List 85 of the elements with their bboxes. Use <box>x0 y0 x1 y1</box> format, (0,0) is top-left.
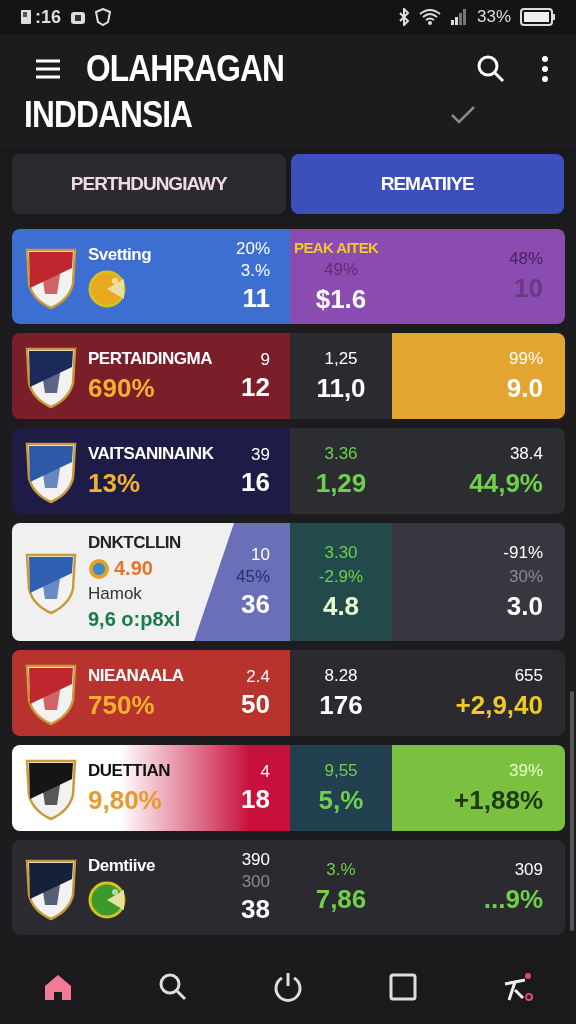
odds-value: 49% <box>324 259 358 280</box>
change-value: 48% <box>508 249 543 269</box>
team-value: 690% <box>88 372 155 404</box>
odds-value: 4.8 <box>322 590 360 622</box>
team-value: 9,80% <box>88 784 162 816</box>
ball-icon <box>88 557 110 580</box>
wifi-icon <box>418 8 441 26</box>
team-name: DUETTIAN <box>88 760 170 781</box>
match-card[interactable]: DUETTIAN 9,80% 4 18 9,55 5,% 39% +1,88% <box>12 745 565 831</box>
battery-percent: 33% <box>476 7 511 27</box>
odds-value: 1,29 <box>315 467 367 499</box>
change-value: 38.4 <box>509 443 543 464</box>
odds-label: PEAK AITEK <box>294 238 379 256</box>
team-value: 750% <box>88 689 155 721</box>
search-button[interactable] <box>476 54 506 84</box>
stat-value: 300 <box>241 872 270 892</box>
team-name: PERTAIDINGMA <box>88 348 212 369</box>
odds-value: -2.9% <box>318 566 364 587</box>
team-name: VAITSANINAINK <box>88 443 214 464</box>
tab[interactable]: REMATIIYE <box>290 154 564 214</box>
change-value: -91% <box>503 542 543 563</box>
change-value: ...9% <box>483 884 543 915</box>
odds-value: 3.30 <box>324 542 358 563</box>
team-name: Svetting <box>88 244 152 265</box>
app-title: OLAHRAGAN <box>86 48 284 90</box>
change-value: +1,88% <box>454 784 543 816</box>
change-value: 44,9% <box>469 467 543 499</box>
team-value: 13% <box>88 467 141 499</box>
stat-value: 4 <box>260 761 270 782</box>
match-card[interactable]: DNKTCLLIN 4.90 Hamok 9,6 o:p8xl 10 45% 36 3.30 -2.9% 4.8 -91% 30% 3.0 <box>12 523 565 641</box>
team-value: Hamok <box>88 584 142 604</box>
stat-value: 36 <box>241 588 270 620</box>
match-card[interactable]: Demtiive 390 300 38 3.% 7,86 309 ...9% <box>12 840 565 935</box>
stat-value: 390 <box>241 850 270 870</box>
stat-value: 18 <box>241 783 270 815</box>
clock: :16 <box>35 6 61 28</box>
team-score: 4.90 <box>114 557 153 580</box>
stat-value: 20% <box>235 239 270 259</box>
bluetooth-icon <box>397 8 410 26</box>
sim-icon <box>20 9 32 25</box>
tab[interactable]: PERTHDUNGIAWY <box>12 154 286 214</box>
stat-value: 11 <box>242 283 270 314</box>
signal-icon <box>449 9 468 25</box>
odds-value: 11,0 <box>316 372 366 404</box>
more-button[interactable] <box>540 55 550 83</box>
change-value: 39% <box>508 760 543 781</box>
change-value: 655 <box>514 665 543 686</box>
team-name: NIEANAALA <box>88 665 184 686</box>
app-title-line: INDDANSIA <box>24 94 193 136</box>
stat-value: 38 <box>241 894 270 925</box>
change-value: 99% <box>508 348 543 369</box>
odds-value: 8.28 <box>324 665 358 686</box>
stat-value: 9 <box>260 349 270 370</box>
stat-value: 2.4 <box>246 666 270 687</box>
stat-value: 10 <box>251 544 270 565</box>
match-card[interactable]: VAITSANINAINK 13% 39 16 3.36 1,29 38.4 44,9% <box>12 428 565 514</box>
match-card[interactable]: PERTAIDINGMA 690% 9 12 1,25 11,0 99% 9.0 <box>12 333 565 419</box>
match-card[interactable]: NIEANAALA 750% 2.4 50 8.28 176 655 +2,9,40 <box>12 650 565 736</box>
odds-value: 3.36 <box>324 443 358 464</box>
odds-value: 5,% <box>318 784 364 816</box>
team-value: 9,6 o:p8xl <box>88 608 181 631</box>
team-name: DNKTCLLIN <box>88 533 181 553</box>
change-value: 309 <box>514 860 543 880</box>
battery-icon <box>520 8 556 26</box>
change-value: 3.0 <box>506 590 543 622</box>
menu-button[interactable] <box>34 58 62 80</box>
odds-value: $1.6 <box>315 283 367 315</box>
stat-value: 16 <box>241 466 270 498</box>
stat-value: 50 <box>241 688 270 720</box>
odds-value: 7,86 <box>315 884 367 915</box>
shield-icon <box>95 8 111 26</box>
team-name: Demtiive <box>88 855 155 876</box>
odds-value: 3.% <box>326 860 356 880</box>
stat-value: 45% <box>235 566 270 587</box>
change-value: 9.0 <box>506 372 543 404</box>
bag-icon <box>70 9 86 25</box>
change-value: 30% <box>508 566 543 587</box>
odds-value: 1,25 <box>324 348 358 369</box>
stat-value: 12 <box>241 371 270 403</box>
odds-value: 176 <box>319 689 363 721</box>
check-icon <box>450 105 476 125</box>
stat-value: 39 <box>251 444 270 465</box>
stat-value: 3.% <box>240 261 270 281</box>
change-value: +2,9,40 <box>455 689 543 721</box>
odds-value: 9,55 <box>324 760 358 781</box>
